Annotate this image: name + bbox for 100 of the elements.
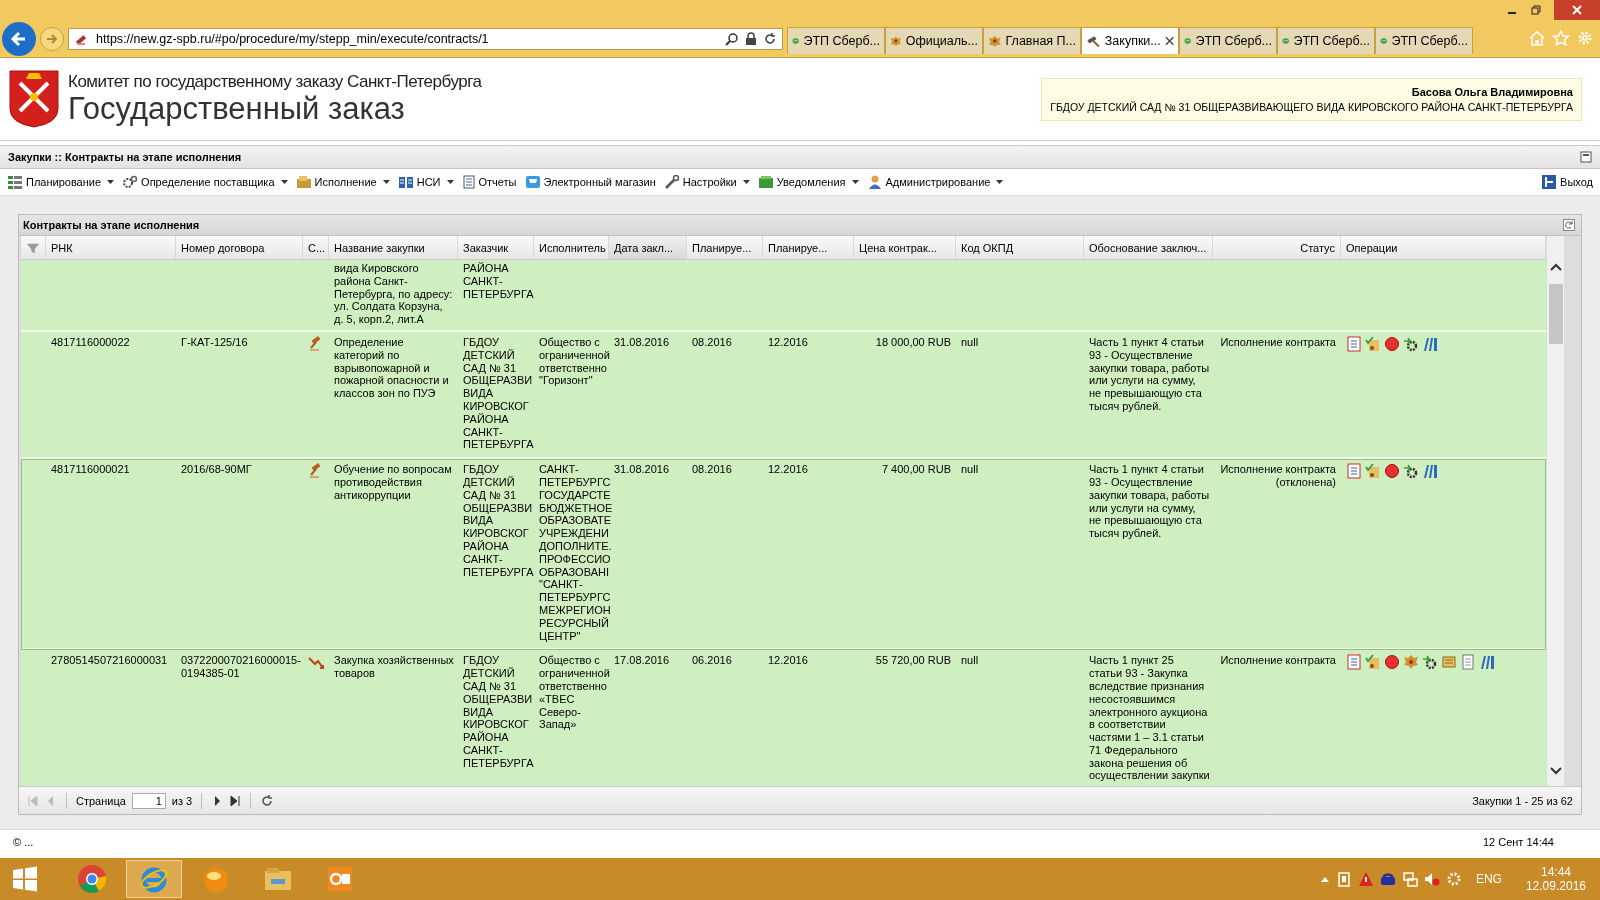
phone-icon[interactable] (1379, 871, 1396, 887)
user-icon[interactable] (866, 175, 883, 189)
vertical-scrollbar[interactable] (1546, 236, 1564, 786)
show-hidden-icons-icon[interactable] (1319, 875, 1330, 883)
menu-item[interactable]: Электронный магазин (521, 173, 659, 191)
column-header[interactable]: Заказчик (458, 236, 534, 259)
table-cell: ГБДОУ ДЕТСКИЙ САД № 31 ОБЩЕРАЗВИ ВИДА КИРОВСКОГ РАЙОНА САНКТ- ПЕТЕРБУРГА (463, 336, 534, 452)
document-icon[interactable] (1346, 336, 1362, 352)
search-icon[interactable] (725, 32, 739, 46)
close-icon[interactable] (1571, 4, 1583, 16)
column-header[interactable]: Планируе... (687, 236, 763, 259)
binders-icon[interactable] (1479, 654, 1495, 671)
menu-item[interactable]: Настройки (660, 173, 753, 191)
binders-icon[interactable] (1422, 336, 1438, 352)
browser-tab[interactable]: ЭТП Сберб... (787, 27, 885, 54)
browser-tab[interactable]: ЭТП Сберб... (1179, 27, 1277, 54)
stop-icon[interactable] (1384, 463, 1400, 480)
caret-icon[interactable] (996, 180, 1004, 184)
caret-icon[interactable] (742, 180, 750, 184)
list-icon[interactable] (7, 175, 23, 189)
book-icon[interactable] (397, 175, 414, 189)
browser-tab[interactable]: Закупки... (1081, 27, 1179, 54)
column-header[interactable]: Название закупки (329, 236, 458, 259)
box-icon[interactable] (295, 175, 312, 189)
mail-app-icon[interactable] (325, 864, 355, 894)
table-cell: 08.2016 (692, 463, 732, 476)
column-header[interactable]: Обоснование заключ... (1084, 236, 1213, 259)
folder-icon[interactable] (757, 175, 774, 189)
logout-button[interactable]: Выход (1538, 172, 1596, 192)
scroll-up-icon[interactable] (1548, 262, 1563, 272)
column-header[interactable]: РНК (46, 236, 176, 259)
gears-icon[interactable] (122, 175, 139, 189)
table-cell: null (961, 654, 979, 668)
scroll-thumb[interactable] (1548, 284, 1563, 344)
table-cell: 18 000,00 RUB (875, 336, 951, 349)
close-button[interactable] (1554, 0, 1600, 20)
emblem-icon[interactable] (1403, 654, 1419, 671)
column-header[interactable]: Статус (1213, 236, 1341, 259)
chrome-icon[interactable] (77, 864, 107, 894)
warning-icon[interactable] (1357, 871, 1374, 887)
page-number-field[interactable]: 1 (131, 792, 166, 809)
gear-icon[interactable] (1403, 463, 1419, 480)
column-header[interactable]: С... (303, 236, 329, 259)
back-button[interactable] (2, 22, 36, 56)
maximize-icon[interactable] (1580, 151, 1592, 163)
approve-document-icon[interactable] (1365, 336, 1381, 352)
menu-item[interactable]: Определение поставщика (119, 173, 291, 191)
address-bar[interactable]: https://new.gz-spb.ru/#po/procedure/my/stepp_min/execute/contracts/1 (68, 28, 783, 50)
approve-document-icon[interactable] (1365, 463, 1381, 480)
binders-icon[interactable] (1422, 463, 1438, 480)
menu-item[interactable]: НСИ (394, 173, 457, 191)
browser-tab[interactable]: Официаль... (885, 27, 983, 54)
browser-tab[interactable]: ЭТП Сберб... (1375, 27, 1473, 54)
forward-button[interactable] (40, 27, 64, 51)
column-header[interactable]: Номер договора (176, 236, 303, 259)
gear-icon[interactable] (1422, 654, 1438, 671)
close-tab-icon[interactable] (1164, 36, 1174, 46)
last-page-icon[interactable] (229, 794, 242, 807)
stop-icon[interactable] (1384, 654, 1400, 671)
column-header[interactable]: Планируе... (763, 236, 854, 259)
restore-icon[interactable] (1530, 5, 1542, 15)
wrench-icon[interactable] (663, 175, 680, 189)
star-icon[interactable] (1552, 30, 1570, 46)
menu-item[interactable]: Исполнение (292, 173, 393, 191)
table-cell: Часть 1 пункт 4 статьи 93 - Осуществление закупки товара, работы или услуги на сумму, не превышающую ста тысяч рублей. (1089, 463, 1210, 540)
network-icon[interactable] (1401, 871, 1418, 887)
windows-start-icon[interactable] (12, 866, 38, 892)
caret-icon[interactable] (446, 180, 454, 184)
column-header[interactable]: Код ОКПД (956, 236, 1084, 259)
menu-item[interactable]: Уведомления (754, 173, 862, 191)
caret-icon[interactable] (280, 180, 288, 184)
volume-muted-icon[interactable] (1423, 871, 1440, 887)
stop-icon[interactable] (1384, 336, 1400, 352)
caret-icon[interactable] (382, 180, 390, 184)
page-label: Страница (76, 794, 126, 807)
menu-item[interactable]: Планирование (4, 173, 118, 191)
menu-item[interactable]: Администрирование (863, 173, 1007, 191)
gear-icon[interactable] (1403, 336, 1419, 352)
device-icon[interactable] (1335, 871, 1352, 887)
column-header[interactable]: Дата закл... (609, 236, 687, 259)
refresh-icon[interactable] (763, 32, 777, 46)
report-icon[interactable] (461, 175, 476, 189)
menu-item[interactable]: Отчеты (458, 173, 520, 191)
refresh-icon[interactable] (260, 793, 275, 808)
document-icon[interactable] (1346, 654, 1362, 671)
table-cell: Исполнение контракта (отклонена) (1220, 463, 1336, 489)
taskbar-app[interactable] (126, 860, 182, 898)
browser-tab[interactable]: Главная П... (983, 27, 1081, 54)
caret-icon[interactable] (851, 180, 859, 184)
table-cell: 12.2016 (768, 654, 808, 668)
column-header[interactable]: Цена контрак... (854, 236, 956, 259)
cart-icon[interactable] (524, 175, 541, 189)
caret-icon[interactable] (107, 180, 115, 184)
browser-tab[interactable]: ЭТП Сберб... (1277, 27, 1375, 54)
scroll-down-icon[interactable] (1548, 766, 1563, 776)
exit-door-icon[interactable] (1541, 174, 1558, 190)
selected-row[interactable] (21, 459, 1546, 651)
document-icon[interactable] (1346, 463, 1362, 480)
forward-arrow-icon[interactable] (45, 32, 59, 46)
approve-document-icon[interactable] (1365, 654, 1381, 671)
